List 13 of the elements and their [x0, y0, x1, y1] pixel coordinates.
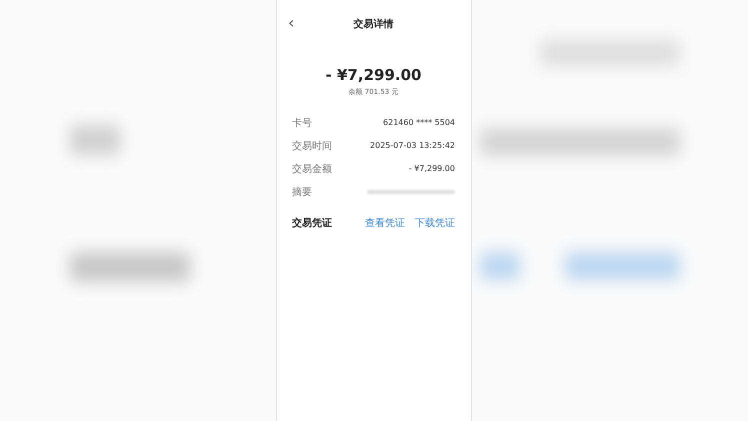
- detail-value: 621460 **** 5504: [383, 118, 455, 127]
- detail-label: 交易金额: [292, 162, 332, 176]
- amount: - ¥7,299.00: [324, 66, 422, 84]
- voucher-link[interactable]: 查看凭证: [365, 216, 405, 230]
- voucher-label: 交易凭证: [292, 216, 332, 230]
- detail-value: 2025-07-03 13:25:42: [370, 141, 455, 150]
- page-title: 交易详情: [354, 17, 394, 31]
- detail-value: - ¥7,299.00: [408, 164, 455, 173]
- detail-label: 卡号: [292, 116, 312, 130]
- back-button[interactable]: ‹: [288, 14, 294, 32]
- voucher-link[interactable]: 下载凭证: [415, 216, 455, 230]
- detail-label: 摘要: [292, 186, 312, 198]
- detail-label: 交易时间: [292, 140, 332, 152]
